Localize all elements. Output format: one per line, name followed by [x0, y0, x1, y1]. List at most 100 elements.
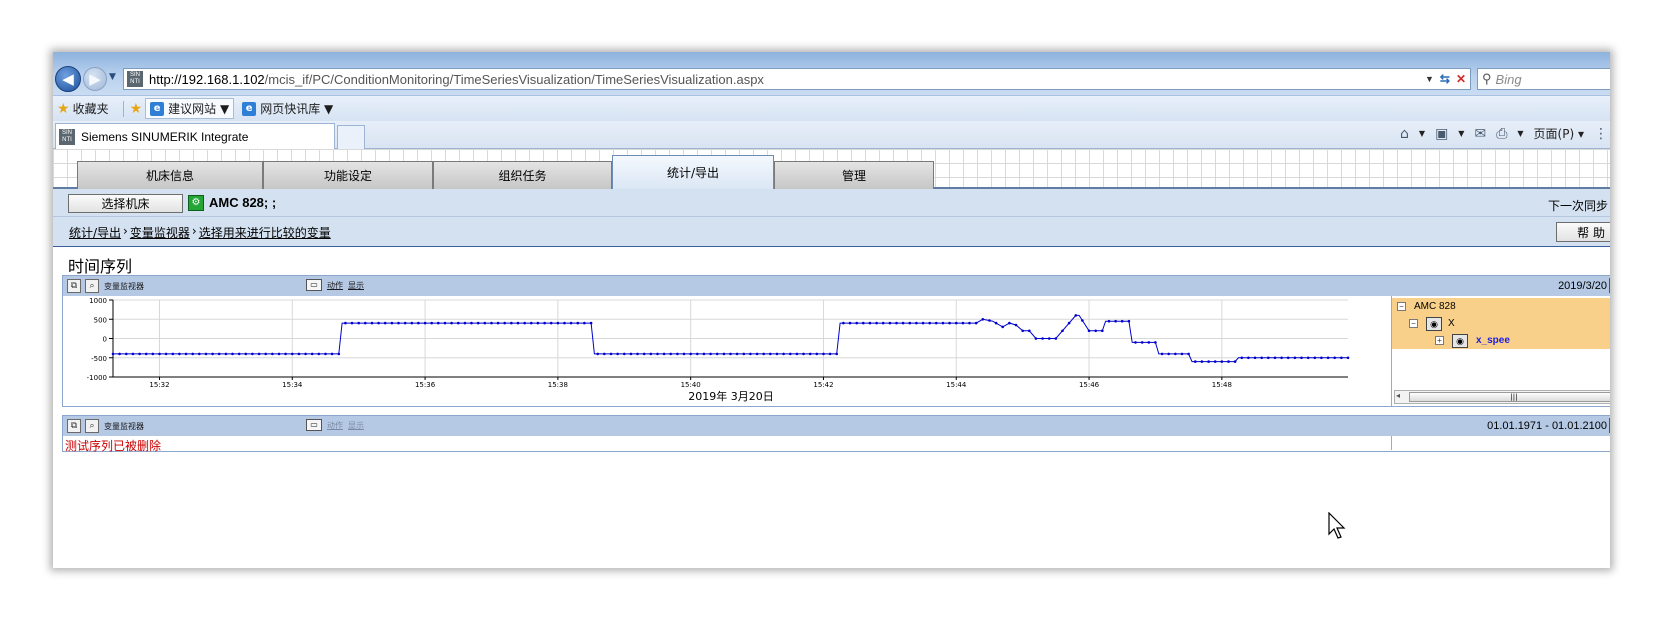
data-point: [1300, 356, 1303, 360]
panel-title: 变量监视器: [104, 281, 144, 291]
data-point: [244, 352, 248, 356]
next-sync-label: 下一次同步: [1547, 199, 1608, 213]
scrollbar-thumb[interactable]: |||: [1409, 392, 1610, 402]
command-bar: ⌂ ▼ ▣ ▼ ✉ ⎙ ▼ 页面(P) ▾ ⋮: [1400, 125, 1610, 142]
search-icon: ⚲: [1482, 71, 1492, 86]
home-dropdown-icon[interactable]: ▼: [1419, 129, 1425, 138]
data-point: [383, 321, 387, 325]
data-point: [138, 352, 141, 356]
data-point: [955, 321, 958, 325]
y-tick-label: 500: [94, 316, 107, 324]
data-point: [1346, 356, 1350, 360]
suggested-sites-button[interactable]: e 建议网站 ▼: [145, 98, 235, 119]
browser-tab[interactable]: SIN NTI Siemens SINUMERIK Integrate: [55, 123, 335, 149]
favorites-label: 收藏夹: [72, 102, 109, 116]
tab-organize-tasks[interactable]: 组织任务: [433, 161, 612, 189]
help-button[interactable]: 帮 助: [1556, 222, 1610, 242]
data-point: [410, 321, 414, 325]
safety-menu-icon[interactable]: ⋮: [1594, 126, 1608, 142]
data-point: [735, 352, 739, 356]
tree-variable-label: x_spee: [1476, 335, 1510, 346]
expand-toggle-icon[interactable]: +: [1435, 336, 1444, 345]
new-tab-button[interactable]: [337, 125, 365, 149]
visibility-eye-icon[interactable]: ◉: [1452, 333, 1468, 348]
data-point: [1280, 356, 1283, 360]
data-point: [749, 352, 752, 356]
time-series-chart[interactable]: 1000 500 0 -500 -1000 15:32 15:34 15:36 15:38 15:…: [63, 296, 1391, 406]
favorites-button[interactable]: ★ 收藏夹: [53, 100, 109, 117]
feeds-icon[interactable]: ▣: [1435, 126, 1448, 142]
print-dropdown-icon[interactable]: ▼: [1517, 129, 1523, 138]
home-icon[interactable]: ⌂: [1400, 126, 1409, 142]
data-point: [1014, 323, 1018, 327]
stop-icon[interactable]: ✕: [1456, 72, 1466, 86]
print-icon[interactable]: ⎙: [1496, 126, 1507, 142]
tree-row-machine[interactable]: − AMC 828: [1392, 298, 1610, 315]
data-point: [1061, 329, 1064, 333]
breadcrumb-variable-monitor[interactable]: 变量监视器: [130, 224, 190, 241]
data-point: [1200, 360, 1204, 363]
breadcrumb-bar: 统计/导出 › 变量监视器 › 选择用来进行比较的变量 帮 助: [53, 217, 1610, 247]
tab-function-settings[interactable]: 功能设定: [263, 161, 433, 189]
tab-statistics-export[interactable]: 统计/导出: [612, 155, 774, 189]
data-point: [151, 352, 155, 356]
add-favorite-icon[interactable]: ★: [130, 101, 143, 117]
zoom-icon[interactable]: ⌕: [85, 279, 99, 293]
collapse-toggle-icon[interactable]: −: [1409, 319, 1418, 328]
address-input[interactable]: SIN NTI http://192.168.1.102/mcis_if/PC/C…: [123, 68, 1471, 90]
feeds-dropdown-icon[interactable]: ▼: [1458, 129, 1464, 138]
address-tools: ▼ ⇆ ✕: [1425, 70, 1466, 88]
data-point: [1313, 356, 1317, 360]
mail-icon[interactable]: ✉: [1474, 126, 1486, 142]
back-button[interactable]: ◀: [55, 66, 81, 92]
display-link[interactable]: 显示: [348, 280, 364, 291]
data-point: [636, 352, 639, 356]
data-point: [277, 352, 281, 356]
suggested-sites-label: 建议网站 ▼: [168, 102, 230, 116]
page-menu[interactable]: 页面(P) ▾: [1534, 125, 1584, 142]
select-machine-button[interactable]: 选择机床: [68, 194, 183, 213]
tab-administration[interactable]: 管理: [774, 161, 934, 189]
data-point: [702, 352, 706, 356]
data-point: [1273, 356, 1277, 360]
history-dropdown-icon[interactable]: ▼: [109, 72, 116, 82]
url-path: /mcis_if/PC/ConditionMonitoring/TimeSeri…: [264, 71, 764, 87]
page-title: 时间序列: [68, 257, 133, 276]
action-link[interactable]: 动作: [327, 280, 343, 291]
folder-icon[interactable]: ▭: [306, 279, 322, 291]
data-point: [556, 321, 560, 325]
search-input[interactable]: ⚲ Bing: [1477, 68, 1610, 90]
data-point: [682, 352, 686, 356]
breadcrumb-statistics-export[interactable]: 统计/导出: [69, 224, 121, 241]
data-point: [1127, 319, 1131, 323]
tree-row-variable[interactable]: + ◉ x_spee: [1392, 332, 1610, 349]
address-dropdown-icon[interactable]: ▼: [1425, 74, 1434, 84]
data-point: [988, 319, 991, 322]
collapse-toggle-icon[interactable]: −: [1397, 302, 1406, 311]
zoom-icon[interactable]: ⌕: [85, 419, 99, 433]
restore-icon[interactable]: ⧉: [67, 419, 81, 433]
scroll-left-icon[interactable]: ◂: [1396, 391, 1400, 400]
tab-machine-info[interactable]: 机床信息: [77, 161, 263, 189]
data-point: [981, 318, 985, 321]
data-point: [775, 352, 779, 356]
data-point: [536, 321, 540, 325]
data-point: [789, 352, 792, 356]
data-point: [1140, 341, 1144, 344]
restore-icon[interactable]: ⧉: [67, 279, 81, 293]
refresh-icon[interactable]: ⇆: [1440, 72, 1450, 86]
forward-button[interactable]: ▶: [83, 67, 107, 91]
breadcrumb-select-variables[interactable]: 选择用来进行比较的变量: [199, 224, 331, 241]
data-point: [1054, 337, 1058, 340]
collapse-arrow-icon[interactable]: ▲: [1609, 418, 1610, 433]
data-point: [423, 321, 427, 325]
tree-horizontal-scrollbar[interactable]: ◂ |||: [1394, 390, 1610, 404]
collapse-arrow-icon[interactable]: ▲: [1609, 278, 1610, 293]
visibility-eye-icon[interactable]: ◉: [1426, 316, 1442, 331]
data-point: [696, 352, 699, 356]
mouse-cursor-icon: [1328, 512, 1346, 539]
data-point: [257, 352, 261, 356]
web-slice-gallery-button[interactable]: e 网页快讯库 ▼: [242, 100, 333, 117]
tree-row-axis[interactable]: − ◉ X: [1392, 315, 1610, 332]
panel-date: 2019/3/20: [1558, 280, 1607, 292]
